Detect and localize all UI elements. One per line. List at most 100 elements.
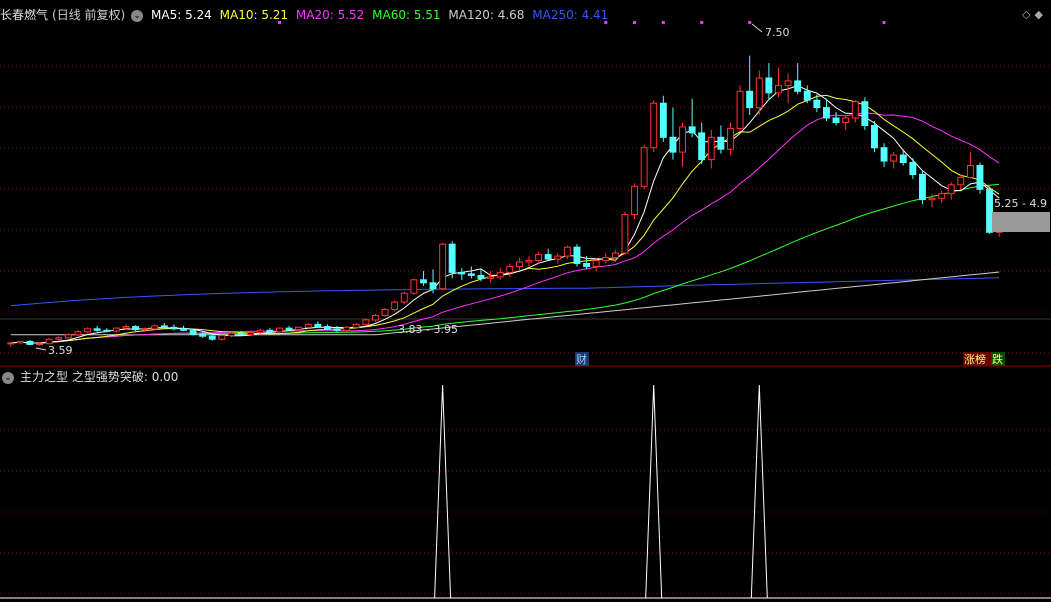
candle [563,245,571,260]
candle-body [247,332,255,336]
candle [986,186,993,234]
candle-body [304,323,312,328]
candle-body [228,332,235,336]
zhangbang-badge[interactable]: 涨榜 [964,352,986,366]
candle [64,333,72,339]
candle-body [458,271,466,275]
candle [496,267,504,280]
candle-body [477,274,485,279]
candle-body [717,136,725,150]
candle-body [544,254,552,260]
candle [410,278,418,295]
candle [180,325,188,332]
high-pointer [751,23,763,33]
candle-body [727,127,734,150]
candle [458,267,466,280]
candle-body [803,90,811,101]
candle-body [736,90,744,129]
candle-body [650,102,658,149]
candle-body [813,99,821,109]
candle [707,129,715,169]
candle [439,242,447,291]
candle [871,121,878,153]
candle [880,143,888,168]
signal-dot [882,21,886,24]
candle [899,149,907,166]
candle-body [765,77,773,94]
candle-body [688,126,696,134]
candle-body [26,340,34,345]
candle-body [592,260,600,267]
candle-body [266,329,274,333]
candle-body [372,315,379,321]
candle-body [919,173,926,201]
candle-body [295,326,303,330]
candle [621,211,629,255]
candle-body [160,325,168,328]
candle-body [563,246,571,257]
candle [314,321,322,329]
candle-body [487,276,495,279]
candle-body [707,136,715,161]
candle-body [631,185,638,216]
candle-body [880,147,888,162]
candle-body [755,77,763,109]
candle [919,169,926,205]
candle-body [976,165,984,190]
candle [966,152,974,179]
signal-dot [604,21,608,24]
candle [727,122,734,156]
candle [372,313,379,323]
candle [659,95,667,142]
low-pointer [35,347,47,351]
candle-body [36,343,43,346]
candle [717,125,725,154]
candle-body [515,261,523,267]
candle-body [679,126,686,153]
candle [832,112,840,126]
indicator-panel [0,384,1051,599]
candle-body [611,252,619,259]
breakout-spike [645,384,663,599]
low-label: 3.59 [48,344,73,357]
candle [794,63,802,95]
candle [602,253,610,264]
candle-body [151,325,159,330]
die-badge[interactable]: 跌 [992,352,1003,366]
candle-body [746,90,754,109]
candle-body [352,323,360,328]
candle-body [938,193,946,199]
candle-body [659,102,667,138]
cai-badge[interactable]: 财 [576,352,587,366]
candle-body [669,136,677,153]
candle-body [122,326,130,329]
candle-body [525,260,533,263]
candle-body [554,255,562,260]
candle-body [851,101,859,119]
candle-body [218,335,226,340]
candle [775,67,782,98]
candle-body [429,282,437,290]
candle-body [208,335,216,340]
candle [535,251,542,264]
candle [842,115,850,130]
candle [765,63,773,101]
candle [976,162,984,194]
candle [947,181,955,200]
candle [650,100,658,153]
candle [391,300,399,312]
candle [525,256,533,267]
candle-body [16,340,24,344]
candle [909,158,917,179]
candle [93,325,101,332]
candle-body [602,257,610,262]
candle-body [7,342,15,345]
candle [746,55,754,116]
candle-body [573,246,581,264]
candle-body [324,326,331,330]
candle [631,183,638,219]
mid-range-label: 3.83 - 3.95 [398,323,458,336]
candle-body [496,271,504,278]
candle-body [199,333,207,337]
candle-body [55,337,63,340]
